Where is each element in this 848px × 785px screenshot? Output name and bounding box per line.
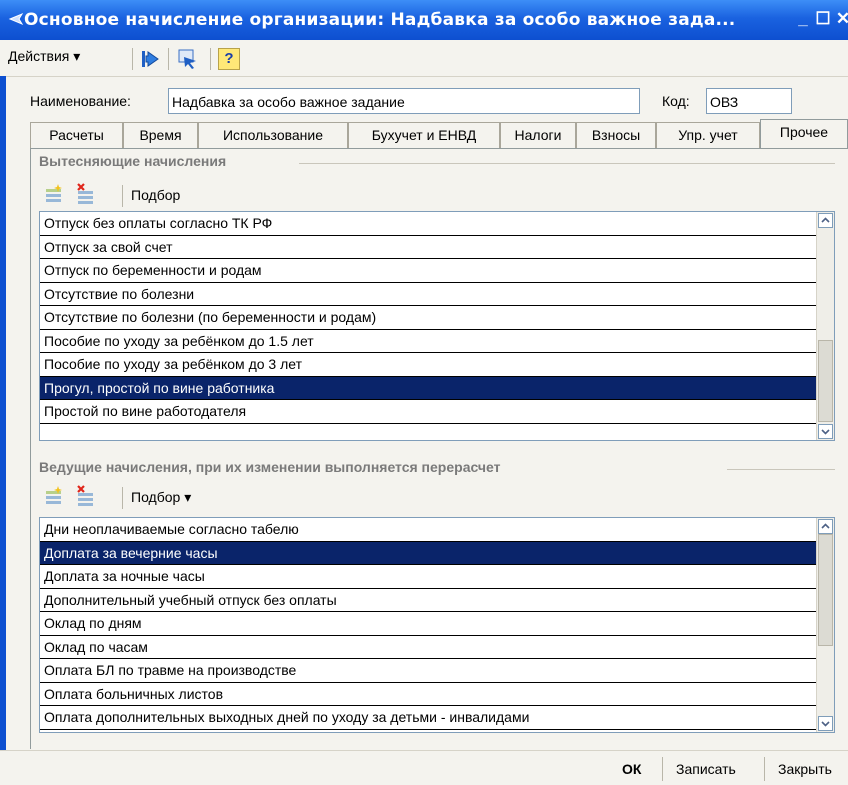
list-item[interactable]: Оплата БЛ по травме на производстве [40,659,834,683]
delete-item-icon[interactable] [75,183,97,205]
chevron-up-icon [821,217,830,223]
window-title: Основное начисление организации: Надбавк… [24,10,736,30]
toolbar-separator [122,185,123,207]
displacing-pick-button[interactable]: Подбор [131,187,180,203]
code-input[interactable]: ОВЗ [706,88,792,114]
tab-usage[interactable]: Использование [198,122,348,148]
list-item[interactable]: Оклад по часам [40,636,834,659]
scroll-up-button[interactable] [818,213,833,228]
add-item-icon[interactable] [43,183,65,205]
list-item[interactable]: Оклад по дням [40,612,834,636]
minimize-button[interactable]: _ [792,8,814,30]
toolbar-separator [122,487,123,509]
list-item[interactable]: Отпуск за свой счет [40,236,834,259]
window-border-left [0,76,6,785]
footer-separator [662,757,663,781]
close-button[interactable]: ✕ [832,8,848,30]
displacing-group-title: Вытесняющие начисления [39,153,227,169]
tab-management[interactable]: Упр. учет [656,122,760,148]
leading-rows: Дни неоплачиваемые согласно табелю Допла… [40,518,834,730]
tab-taxes[interactable]: Налоги [500,122,576,148]
toolbar-separator [132,48,133,70]
tab-calculations[interactable]: Расчеты [30,122,123,148]
dialog-footer: ОК Записать Закрыть [0,750,848,785]
leading-scrollbar[interactable] [816,518,834,732]
group-divider [727,469,835,470]
scroll-down-button[interactable] [818,716,833,731]
name-label: Наименование: [30,93,131,109]
chevron-down-icon [821,429,830,435]
leading-list: Дни неоплачиваемые согласно табелю Допла… [39,517,835,733]
add-item-icon[interactable] [43,485,65,507]
actions-menu[interactable]: Действия ▾ [8,48,80,65]
scroll-down-button[interactable] [818,424,833,439]
tab-time[interactable]: Время [123,122,198,148]
list-item[interactable]: Дополнительный учебный отпуск без оплаты [40,589,834,612]
list-item[interactable]: Отсутствие по болезни [40,283,834,306]
close-form-button[interactable]: Закрыть [778,761,832,777]
list-item-selected[interactable]: Прогул, простой по вине работника [40,376,834,400]
list-item[interactable]: Отпуск без оплаты согласно ТК РФ [40,212,834,236]
name-input[interactable]: Надбавка за особо важное задание [168,88,640,114]
list-item[interactable]: Отпуск по беременности и родам [40,259,834,283]
displacing-list: Отпуск без оплаты согласно ТК РФ Отпуск … [39,211,835,441]
back-arrow-icon[interactable] [138,47,162,71]
toolbar-separator [210,48,211,70]
list-item-selected[interactable]: Доплата за вечерние часы [40,541,834,565]
scroll-thumb[interactable] [818,340,833,422]
displacing-rows: Отпуск без оплаты согласно ТК РФ Отпуск … [40,212,834,424]
group-divider [299,163,835,164]
toolbar: Действия ▾ ? [0,40,848,77]
tab-accounting[interactable]: Бухучет и ЕНВД [348,122,500,148]
save-button[interactable]: Записать [676,761,736,777]
list-item[interactable]: Оплата больничных листов [40,683,834,706]
list-item[interactable]: Пособие по уходу за ребёнком до 1.5 лет [40,330,834,353]
list-item[interactable]: Отсутствие по болезни (по беременности и… [40,306,834,330]
dialog-window: Основное начисление организации: Надбавк… [0,0,848,785]
list-item[interactable]: Оплата дополнительных выходных дней по у… [40,706,834,730]
scroll-up-button[interactable] [818,519,833,534]
ok-button[interactable]: ОК [622,761,641,777]
tab-panel-other: Вытесняющие начисления Подбор Отпуск без… [30,148,848,749]
displacing-scrollbar[interactable] [816,212,834,440]
help-icon: ? [224,50,234,67]
delete-item-icon[interactable] [75,485,97,507]
chevron-up-icon [821,523,830,529]
scroll-thumb[interactable] [818,534,833,646]
structure-icon[interactable] [176,47,200,71]
list-item[interactable]: Пособие по уходу за ребёнком до 3 лет [40,353,834,377]
toolbar-separator [168,48,169,70]
chevron-down-icon [821,721,830,727]
tab-other[interactable]: Прочее [760,119,848,149]
title-bar[interactable]: Основное начисление организации: Надбавк… [0,0,848,40]
help-button[interactable]: ? [218,48,240,70]
leading-group-title: Ведущие начисления, при их изменении вып… [39,459,501,475]
leading-pick-button[interactable]: Подбор ▾ [131,489,191,506]
code-label: Код: [662,93,690,109]
maximize-button[interactable]: ☐ [812,8,834,30]
list-item[interactable]: Доплата за ночные часы [40,565,834,589]
list-item[interactable]: Дни неоплачиваемые согласно табелю [40,518,834,542]
footer-separator [764,757,765,781]
tab-contributions[interactable]: Взносы [576,122,656,148]
list-item[interactable]: Простой по вине работодателя [40,400,834,424]
